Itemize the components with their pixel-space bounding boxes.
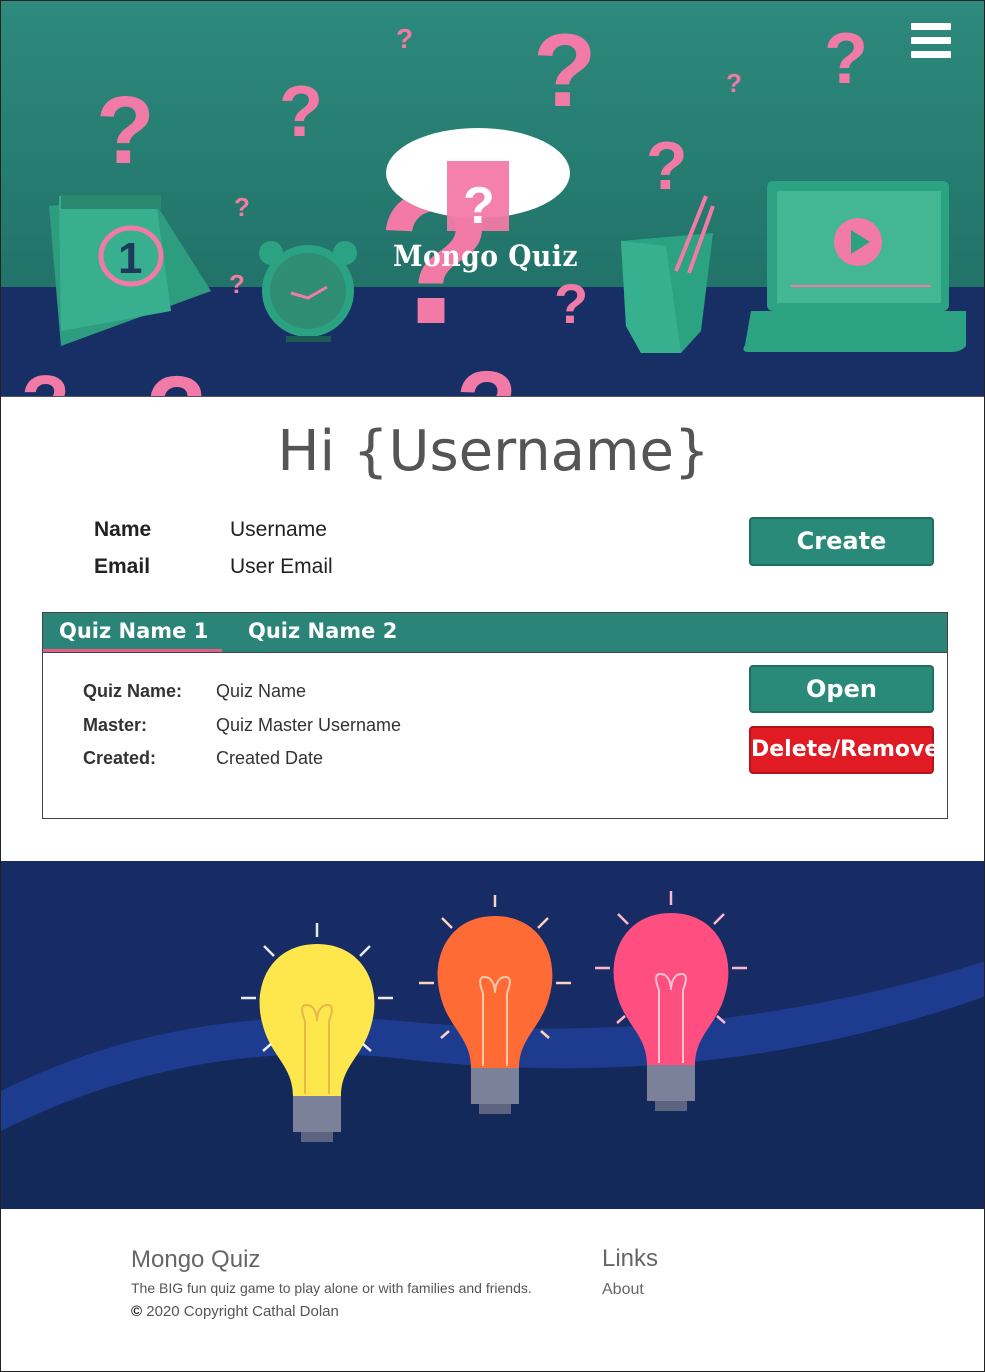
page-title: Hi {Username}: [277, 419, 710, 484]
name-value: Username: [230, 518, 327, 541]
question-mark-icon: ?: [554, 272, 588, 335]
footer-title: Mongo Quiz: [131, 1246, 261, 1273]
active-tab-indicator: [43, 649, 222, 652]
calendar-icon: 1: [49, 195, 211, 346]
copyright-icon: ©: [131, 1303, 143, 1320]
footer-copyright: © 2020 Copyright Cathal Dolan: [131, 1303, 339, 1320]
question-mark-icon: ?: [21, 359, 70, 396]
alarm-clock-icon: [259, 241, 357, 342]
master-label: Master:: [83, 715, 148, 735]
svg-text:1: 1: [118, 234, 142, 283]
svg-text:?: ?: [463, 177, 495, 235]
copyright-text: 2020 Copyright Cathal Dolan: [146, 1303, 339, 1320]
name-label: Name: [94, 518, 152, 541]
quiz-name-value: Quiz Name: [216, 681, 307, 701]
question-mark-icon: ?: [234, 192, 250, 222]
hamburger-menu-icon[interactable]: [911, 23, 951, 59]
question-mark-icon: ?: [456, 351, 517, 396]
hero-illustration: ? ? ? ? ? ? ? ? ? ? ? ? ? ? 1: [21, 13, 966, 396]
footer-description: The BIG fun quiz game to play alone or w…: [131, 1280, 532, 1296]
question-mark-icon: ?: [646, 128, 688, 204]
question-mark-icon: ?: [279, 72, 323, 152]
logo-text[interactable]: Mongo Quiz: [393, 239, 578, 273]
create-button[interactable]: Create: [749, 517, 934, 566]
question-mark-icon: ?: [146, 356, 207, 396]
quiz-name-label: Quiz Name:: [83, 681, 183, 701]
lightbulbs-illustration: [1, 891, 984, 1209]
email-label: Email: [94, 555, 151, 578]
footer: Mongo Quiz The BIG fun quiz game to play…: [1, 1209, 984, 1371]
created-label: Created:: [83, 748, 157, 768]
footer-links-title: Links: [602, 1245, 659, 1272]
footer-link-about[interactable]: About: [602, 1281, 644, 1299]
quiz-tabs-bar: Quiz Name 1 Quiz Name 2: [43, 613, 947, 653]
tab-quiz-name-2[interactable]: Quiz Name 2: [248, 619, 397, 643]
tab-quiz-name-1[interactable]: Quiz Name 1: [59, 619, 208, 643]
hero-banner: ? ? ? ? ? ? ? ? ? ? ? ? ? ? 1: [1, 1, 984, 396]
lightbulbs-banner: [1, 861, 984, 1209]
question-mark-icon: ?: [824, 19, 868, 99]
laptop-icon: [743, 181, 966, 352]
page: ? ? ? ? ? ? ? ? ? ? ? ? ? ? 1: [0, 0, 985, 1372]
email-value: User Email: [230, 555, 333, 578]
question-mark-icon: ?: [96, 77, 155, 184]
profile-section: Hi {Username} Name Username Email User E…: [1, 396, 984, 862]
quiz-tabs-panel: Quiz Name 1 Quiz Name 2 Quiz Name: Quiz …: [42, 612, 948, 819]
question-mark-icon: ?: [229, 269, 245, 299]
question-mark-icon: ?: [396, 23, 413, 54]
created-value: Created Date: [216, 748, 324, 768]
open-button[interactable]: Open: [749, 665, 934, 713]
question-mark-icon: ?: [726, 68, 742, 98]
question-mark-icon: ?: [533, 13, 597, 129]
takeout-box-icon: [621, 195, 715, 353]
delete-remove-button[interactable]: Delete/Remove: [749, 726, 939, 774]
master-value: Quiz Master Username: [216, 715, 402, 735]
